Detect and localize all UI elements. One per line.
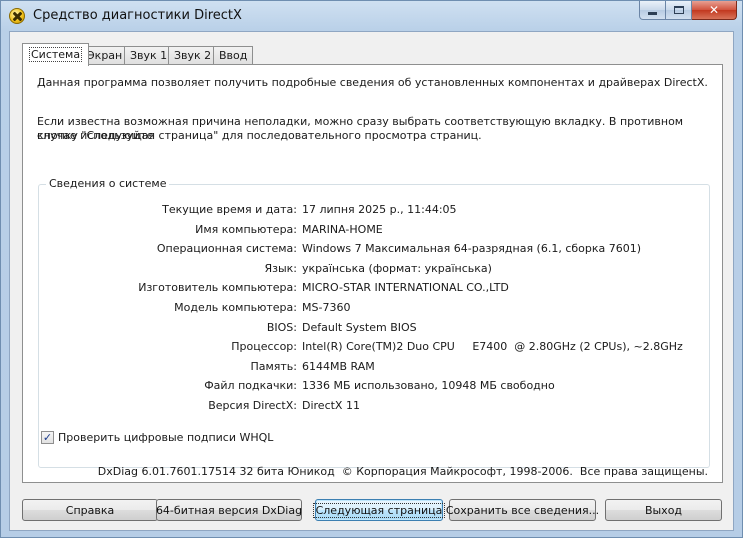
info-row-bios: BIOS: Default System BIOS bbox=[39, 321, 709, 337]
info-label: Файл подкачки: bbox=[204, 379, 297, 392]
help-button[interactable]: Справка bbox=[22, 499, 158, 521]
tab-input[interactable]: Ввод bbox=[213, 46, 254, 65]
info-row-os: Операционная система: Windows 7 Максималь… bbox=[39, 242, 709, 258]
system-info-group: Сведения о системе Текущие время и дата:… bbox=[38, 177, 710, 468]
group-title: Сведения о системе bbox=[46, 177, 170, 190]
exit-button[interactable]: Выход bbox=[605, 499, 722, 521]
close-button[interactable]: ✕ bbox=[692, 1, 737, 20]
info-value: 6144MB RAM bbox=[302, 360, 375, 373]
info-label: Операционная система: bbox=[156, 242, 297, 255]
dxdiag-64bit-button[interactable]: 64-битная версия DxDiag bbox=[156, 499, 302, 521]
hint-text-line-2: кнопку "Следующая страница" для последов… bbox=[37, 129, 482, 142]
info-label: Текущие время и дата: bbox=[162, 203, 297, 216]
system-tab-panel: Данная программа позволяет получить подр… bbox=[22, 64, 723, 483]
info-label: BIOS: bbox=[266, 321, 297, 334]
info-value: MS-7360 bbox=[302, 301, 351, 314]
info-label: Процессор: bbox=[231, 340, 297, 353]
next-page-button[interactable]: Следующая страница bbox=[312, 499, 446, 521]
tab-sound-2[interactable]: Звук 2 bbox=[168, 46, 218, 65]
info-row-processor: Процессор: Intel(R) Core(TM)2 Duo CPU E74… bbox=[39, 340, 709, 356]
info-label: Память: bbox=[250, 360, 297, 373]
whql-checkbox-label[interactable]: Проверить цифровые подписи WHQL bbox=[58, 431, 273, 444]
info-row-model: Модель компьютера: MS-7360 bbox=[39, 301, 709, 317]
info-label: Имя компьютера: bbox=[195, 223, 297, 236]
whql-checkbox-row[interactable]: ✓ Проверить цифровые подписи WHQL bbox=[41, 430, 273, 444]
info-value: DirectX 11 bbox=[302, 399, 360, 412]
dxdiag-window: Средство диагностики DirectX ✕ Система Э… bbox=[0, 0, 743, 538]
info-row-directx-version: Версия DirectX: DirectX 11 bbox=[39, 399, 709, 415]
info-label: Язык: bbox=[264, 262, 297, 275]
intro-text: Данная программа позволяет получить подр… bbox=[37, 76, 708, 89]
version-copyright-text: DxDiag 6.01.7601.17514 32 бита Юникод © … bbox=[97, 465, 708, 478]
info-value: Intel(R) Core(TM)2 Duo CPU E7400 @ 2.80G… bbox=[302, 340, 683, 353]
info-row-language: Язык: українська (формат: українська) bbox=[39, 262, 709, 278]
info-row-memory: Память: 6144MB RAM bbox=[39, 360, 709, 376]
whql-checkbox[interactable]: ✓ bbox=[41, 430, 54, 444]
info-value: Windows 7 Максимальная 64-разрядная (6.1… bbox=[302, 242, 642, 255]
info-row-datetime: Текущие время и дата: 17 липня 2025 р., 1… bbox=[39, 203, 709, 219]
info-label: Модель компьютера: bbox=[174, 301, 297, 314]
tab-sound-1[interactable]: Звук 1 bbox=[124, 46, 174, 65]
info-row-manufacturer: Изготовитель компьютера: MICRO-STAR INTER… bbox=[39, 281, 709, 297]
window-controls: ✕ bbox=[639, 1, 737, 21]
info-value: MICRO-STAR INTERNATIONAL CO.,LTD bbox=[302, 281, 509, 294]
checkmark-icon: ✓ bbox=[42, 430, 53, 444]
info-label: Изготовитель компьютера: bbox=[138, 281, 297, 294]
info-label: Версия DirectX: bbox=[208, 399, 297, 412]
minimize-button[interactable] bbox=[639, 1, 666, 20]
tab-system[interactable]: Система bbox=[22, 43, 90, 66]
title-bar[interactable]: Средство диагностики DirectX ✕ bbox=[1, 1, 742, 31]
window-title: Средство диагностики DirectX bbox=[33, 8, 242, 23]
maximize-button[interactable] bbox=[666, 1, 692, 20]
close-icon: ✕ bbox=[708, 3, 720, 17]
info-value: 1336 МБ использовано, 10948 МБ свободно bbox=[302, 379, 555, 392]
info-value: 17 липня 2025 р., 11:44:05 bbox=[302, 203, 457, 216]
info-value: українська (формат: українська) bbox=[302, 262, 492, 275]
dialog-client-area: Система Экран Звук 1 Звук 2 Ввод Данная … bbox=[9, 31, 734, 531]
minimize-icon bbox=[648, 12, 657, 15]
maximize-icon bbox=[673, 6, 684, 14]
info-value: MARINA-HOME bbox=[302, 223, 383, 236]
info-row-pagefile: Файл подкачки: 1336 МБ использовано, 1094… bbox=[39, 379, 709, 395]
save-all-info-button[interactable]: Сохранить все сведения... bbox=[446, 499, 599, 521]
info-value: Default System BIOS bbox=[302, 321, 417, 334]
info-row-computer-name: Имя компьютера: MARINA-HOME bbox=[39, 223, 709, 239]
directx-app-icon bbox=[9, 8, 25, 24]
